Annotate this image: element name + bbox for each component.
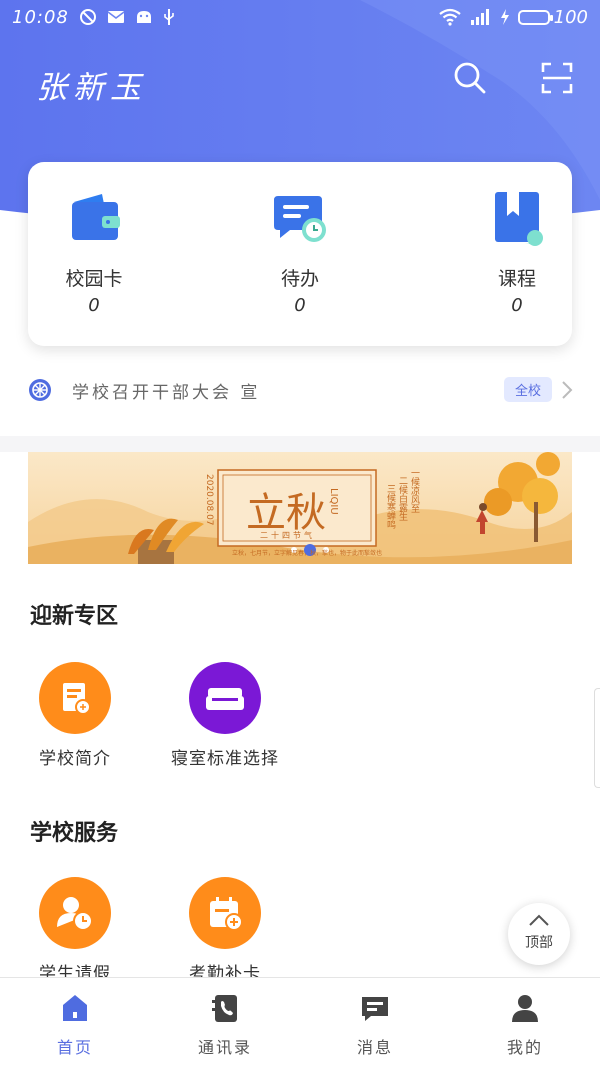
android-icon — [135, 9, 153, 25]
campus-card-entry[interactable]: 校园卡 0 — [39, 188, 149, 316]
attendance-calendar-icon — [189, 877, 261, 949]
service-student-leave[interactable]: 学生请假 — [25, 877, 125, 984]
wifi-icon — [438, 8, 462, 26]
banner-date: 2020.08.07 — [204, 474, 214, 526]
announcement-wheel-icon — [28, 378, 52, 402]
todo-label: 待办 — [280, 268, 319, 290]
service-label: 寝室标准选择 — [171, 749, 279, 769]
tab-home[interactable]: 首页 — [0, 978, 150, 1067]
side-drawer-handle[interactable] — [594, 688, 600, 788]
scan-button[interactable] — [537, 58, 577, 98]
chevron-right-icon[interactable] — [560, 379, 574, 401]
back-to-top-button[interactable]: 顶部 — [508, 903, 570, 965]
promo-banner[interactable]: 立秋 LIQIU 2020.08.07 二十四节气 立秋，七月节，立字解见春，秋… — [28, 452, 572, 564]
signal-icon — [470, 9, 492, 25]
wallet-icon — [64, 188, 124, 248]
service-school-intro[interactable]: 学校简介 — [25, 662, 125, 769]
tab-label: 通讯录 — [197, 1038, 252, 1057]
home-icon — [59, 992, 91, 1024]
profile-icon — [509, 992, 541, 1024]
todo-chat-icon — [270, 188, 330, 248]
notice-bar[interactable]: 学校召开干部大会 宣 全校 — [0, 368, 600, 412]
service-label: 学校简介 — [39, 749, 111, 769]
message-icon — [359, 992, 391, 1024]
quick-access-card: 校园卡 0 待办 0 课程 0 — [28, 162, 572, 346]
banner-poem-2: 二候白露生 — [397, 476, 407, 521]
banner-poem-1: 一候凉风至 — [409, 468, 419, 513]
todo-entry[interactable]: 待办 0 — [245, 188, 355, 316]
usb-icon — [163, 8, 175, 26]
scan-icon — [541, 62, 573, 94]
battery-level: 100 — [553, 6, 588, 28]
contacts-icon — [209, 992, 241, 1024]
section-divider — [0, 436, 600, 452]
tab-profile[interactable]: 我的 — [450, 978, 600, 1067]
back-to-top-label: 顶部 — [525, 935, 553, 951]
service-dorm-select[interactable]: 寝室标准选择 — [160, 662, 290, 769]
do-not-disturb-icon — [79, 8, 97, 26]
todo-count: 0 — [294, 295, 306, 316]
tab-label: 我的 — [506, 1038, 543, 1057]
banner-subtitle: 二十四节气 — [260, 531, 315, 540]
course-count: 0 — [511, 295, 523, 316]
campus-card-label: 校园卡 — [65, 268, 123, 290]
banner-pinyin: LIQIU — [328, 488, 339, 515]
student-leave-icon — [39, 877, 111, 949]
school-intro-icon — [39, 662, 111, 734]
course-label: 课程 — [497, 268, 536, 290]
bottom-tab-bar: 首页 通讯录 消息 我的 — [0, 977, 600, 1067]
charging-icon — [500, 9, 510, 25]
notice-text[interactable]: 学校召开干部大会 宣 — [72, 378, 260, 403]
search-button[interactable] — [450, 58, 490, 98]
course-entry[interactable]: 课程 0 — [462, 188, 572, 316]
service-attendance-fix[interactable]: 考勤补卡 — [175, 877, 275, 984]
tab-messages[interactable]: 消息 — [300, 978, 450, 1067]
chevron-up-icon — [529, 914, 549, 926]
campus-card-count: 0 — [88, 295, 100, 316]
tab-label: 首页 — [56, 1038, 93, 1057]
course-book-icon — [487, 188, 547, 248]
section-title-services: 学校服务 — [30, 821, 119, 846]
status-time: 10:08 — [12, 6, 69, 28]
dorm-bed-icon — [189, 662, 261, 734]
banner-caption: 立秋，七月节，立字解见春，秋，揫也，物于此而揫敛也 — [232, 550, 383, 557]
battery-indicator: 100 — [517, 6, 588, 28]
section-title-welcome: 迎新专区 — [30, 604, 119, 629]
status-bar: 10:08 100 — [0, 0, 600, 34]
notice-scope-badge: 全校 — [504, 377, 552, 402]
battery-icon — [517, 9, 553, 25]
tab-label: 消息 — [356, 1038, 393, 1057]
mail-icon — [107, 9, 125, 25]
banner-poem-3: 三候寒蝉鸣 — [385, 484, 395, 529]
page-title: 张新玉 — [36, 70, 147, 106]
tab-contacts[interactable]: 通讯录 — [150, 978, 300, 1067]
search-icon — [454, 62, 486, 94]
